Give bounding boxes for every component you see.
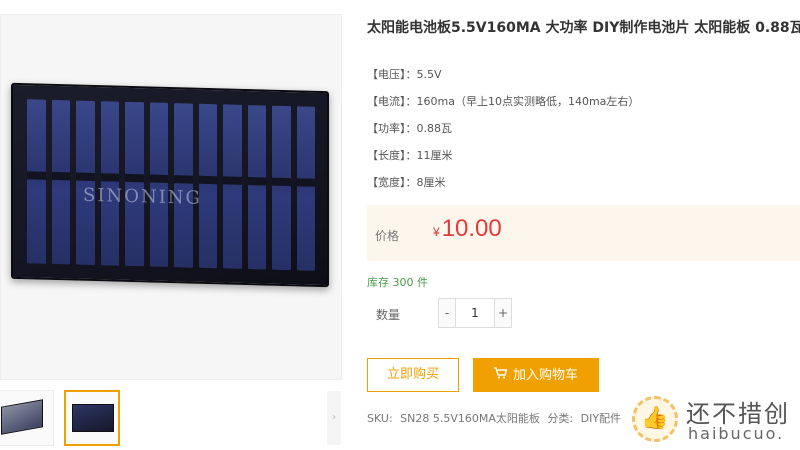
- brand-watermark: 👍 还不措创 haibucuo.: [630, 392, 800, 450]
- category-link[interactable]: DIY配件: [581, 412, 621, 425]
- thumbnail-strip: [0, 390, 342, 446]
- price-amount: 10.00: [441, 215, 502, 242]
- thumbnail-1[interactable]: [0, 390, 54, 446]
- attr-key: 【长度】：: [367, 149, 417, 162]
- attr-key: 【电流】：: [367, 95, 417, 108]
- stock-count: 库存 300 件: [367, 276, 428, 289]
- category-label: 分类:: [547, 412, 574, 425]
- price-box: 价格 ¥10.00: [367, 205, 800, 261]
- price-label: 价格: [375, 229, 400, 243]
- solar-panel-photo: SINONING: [11, 82, 329, 288]
- thumbs-up-badge-icon: 👍: [632, 396, 678, 442]
- price-value: ¥10.00: [433, 215, 502, 243]
- attr-value: 0.88瓦: [416, 122, 453, 135]
- attr-key: 【电压】：: [367, 68, 417, 81]
- attr-value: 160ma（早上10点实测略低，140ma左右）: [416, 95, 640, 108]
- product-meta: SKU: SN28 5.5V160MA太阳能板 分类: DIY配件: [367, 410, 625, 426]
- buy-now-button[interactable]: 立即购买: [367, 358, 459, 392]
- thumbnail-2-selected[interactable]: [64, 390, 120, 446]
- sku-value: SN28 5.5V160MA太阳能板: [400, 412, 540, 425]
- attr-voltage: 【电压】：5.5V: [367, 66, 639, 93]
- add-to-cart-button[interactable]: 加入购物车: [473, 358, 599, 392]
- product-attributes: 【电压】：5.5V 【电流】：160ma（早上10点实测略低，140ma左右） …: [367, 66, 639, 201]
- attr-width: 【宽度】：8厘米: [367, 174, 639, 201]
- attr-value: 8厘米: [416, 176, 446, 189]
- attr-key: 【功率】：: [367, 122, 417, 135]
- product-title: 太阳能电池板5.5V160MA 大功率 DIY制作电池片 太阳能板 0.88瓦: [367, 20, 800, 36]
- add-to-cart-label: 加入购物车: [512, 368, 578, 383]
- cart-icon: [493, 358, 508, 392]
- sku-label: SKU:: [367, 412, 393, 425]
- brand-url: haibucuo.: [688, 424, 785, 443]
- thumbnail-next-button[interactable]: ›: [327, 391, 341, 445]
- quantity-decrease-button[interactable]: -: [438, 298, 456, 328]
- image-watermark: SINONING: [83, 184, 202, 209]
- product-main-image[interactable]: SINONING: [0, 14, 342, 380]
- attr-length: 【长度】：11厘米: [367, 147, 639, 174]
- quantity-input[interactable]: 1: [456, 298, 494, 328]
- quantity-label: 数量: [376, 308, 401, 322]
- solar-cells: [27, 99, 315, 271]
- attr-value: 11厘米: [416, 149, 453, 162]
- attr-value: 5.5V: [416, 68, 442, 81]
- quantity-increase-button[interactable]: +: [494, 298, 512, 328]
- currency-symbol: ¥: [433, 225, 440, 239]
- quantity-stepper: - 1 +: [438, 298, 512, 328]
- attr-power: 【功率】：0.88瓦: [367, 120, 639, 147]
- attr-key: 【宽度】：: [367, 176, 417, 189]
- attr-current: 【电流】：160ma（早上10点实测略低，140ma左右）: [367, 93, 639, 120]
